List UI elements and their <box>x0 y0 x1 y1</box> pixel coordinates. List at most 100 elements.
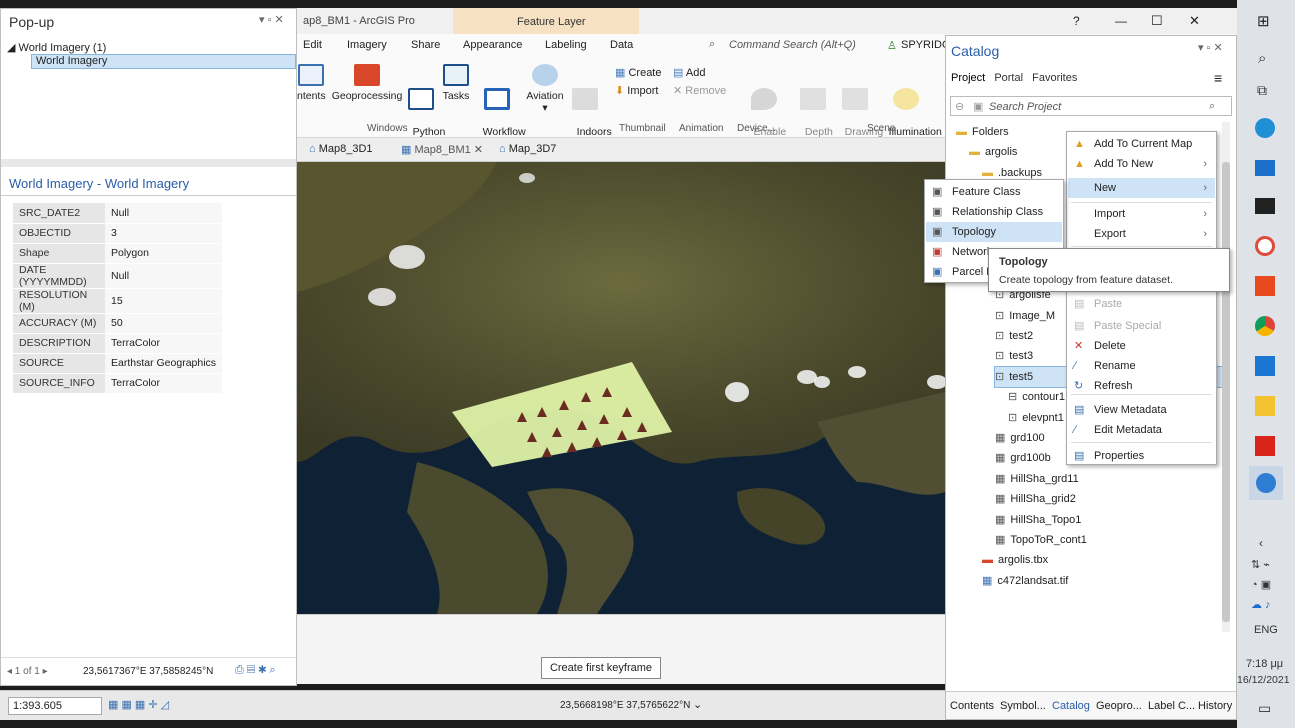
help-button[interactable]: ? <box>1073 14 1080 28</box>
popup-tree-child[interactable]: World Imagery <box>31 54 296 69</box>
tab-map-3d7[interactable]: ⌂ Map_3D7 <box>499 143 556 155</box>
tab-map8-3d1[interactable]: ⌂ Map8_3D1 <box>309 143 373 155</box>
pane-options-icon[interactable]: ▾ ▫ ✕ <box>259 13 284 26</box>
tray-icons[interactable]: ⇅ ⌁ <box>1251 558 1270 571</box>
tree-item[interactable]: ▦ c472landsat.tif <box>982 571 1068 591</box>
wifi-icon[interactable]: ◔ ▣ <box>1251 578 1271 591</box>
tab-labelclass[interactable]: Label C... <box>1148 700 1195 712</box>
command-search[interactable]: ⌕ Command Search (Alt+Q) <box>705 36 873 54</box>
scrollbar-thumb[interactable] <box>1222 162 1230 622</box>
map-view[interactable] <box>297 162 945 614</box>
clock-time[interactable]: 7:18 μμ <box>1246 658 1283 670</box>
tab-catalog[interactable]: Catalog <box>1052 700 1090 712</box>
minimize-button[interactable]: — <box>1115 14 1127 28</box>
menu-item[interactable]: ▲ Add To Current Map <box>1068 134 1215 154</box>
scrollbar[interactable] <box>1222 122 1230 632</box>
aviation-button[interactable]: Aviation ▾ <box>523 64 567 114</box>
task-view-icon[interactable]: ⧉ <box>1257 82 1267 99</box>
edge-icon[interactable] <box>1255 118 1275 138</box>
back-icon[interactable]: ⊖ <box>955 100 964 113</box>
tree-item[interactable]: ▦ grd100 <box>995 428 1045 448</box>
close-button[interactable]: ✕ <box>1189 13 1200 29</box>
tab-imagery[interactable]: Imagery <box>347 39 387 51</box>
menu-item[interactable]: ▤ Paste <box>1068 294 1215 314</box>
search-icon[interactable]: ⌕ <box>1258 50 1266 67</box>
popup-paging[interactable]: ◂ 1 of 1 ▸ <box>7 666 48 677</box>
animation-remove-button[interactable]: ✕ Remove <box>673 84 726 97</box>
tree-item[interactable]: ▬ Folders <box>956 122 1009 142</box>
animation-add-button[interactable]: ▤ Add <box>673 66 705 79</box>
tree-item[interactable]: ⊡ test2 <box>995 326 1033 346</box>
maximize-button[interactable]: ☐ <box>1151 13 1163 29</box>
tab-geoprocessing[interactable]: Geopro... <box>1096 700 1142 712</box>
tree-item[interactable]: ▦ TopoToR_cont1 <box>995 530 1087 550</box>
pdf-icon[interactable] <box>1255 436 1275 456</box>
contents-button[interactable]: ntents <box>297 64 326 102</box>
tree-item[interactable]: ⊟ contour1 <box>1008 387 1065 407</box>
tab-contents[interactable]: Contents <box>950 700 994 712</box>
windows-start-icon[interactable]: ⊞ <box>1257 12 1270 30</box>
tab-data[interactable]: Data <box>610 39 633 51</box>
notification-icon[interactable]: ▭ <box>1258 700 1271 717</box>
tab-symbology[interactable]: Symbol... <box>1000 700 1046 712</box>
scale-selector[interactable]: 1:393.605 <box>8 697 102 715</box>
submenu-item[interactable]: ▣ Feature Class <box>926 182 1062 202</box>
app-icon[interactable] <box>1255 236 1275 256</box>
tab-labeling[interactable]: Labeling <box>545 39 587 51</box>
menu-item[interactable]: ▤ Paste Special <box>1068 316 1215 336</box>
tree-item[interactable]: ▦ HillSha_grid2 <box>995 489 1076 509</box>
print-icon[interactable]: ⎙ ▤ ✱ ⌕ <box>235 664 276 677</box>
tasks-button[interactable]: Tasks <box>441 64 471 102</box>
menu-item[interactable]: ✕ Delete <box>1068 336 1215 356</box>
tree-item[interactable]: ▦ HillSha_grd11 <box>995 469 1079 489</box>
menu-item[interactable]: ∕ Rename <box>1068 356 1215 376</box>
tab-map8-bm1[interactable]: ▦ Map8_BM1 ✕ <box>401 143 483 156</box>
tab-share[interactable]: Share <box>411 39 440 51</box>
tab-edit[interactable]: Edit <box>303 39 322 51</box>
tab-history[interactable]: History <box>1198 700 1232 712</box>
tab-project[interactable]: Project <box>951 72 985 84</box>
tree-item[interactable]: ▬ argolis <box>969 142 1017 162</box>
office-icon[interactable] <box>1255 276 1275 296</box>
create-keyframe-button[interactable]: Create first keyframe <box>541 657 661 679</box>
tree-item[interactable]: ▦ grd100b <box>995 448 1051 468</box>
tree-item[interactable]: ⊡ elevpnt1 <box>1008 408 1064 428</box>
menu-item[interactable]: ▲ Add To New › <box>1068 154 1215 174</box>
clock-date[interactable]: 16/12/2021 <box>1237 674 1290 686</box>
menu-item[interactable]: ▤ View Metadata <box>1068 400 1215 420</box>
menu-icon[interactable]: ≡ <box>1214 70 1222 86</box>
calculator-icon[interactable] <box>1255 356 1275 376</box>
grid-icon[interactable]: ▦ ▦ ▦ ✛ ◿ <box>108 698 169 711</box>
search-icon[interactable]: ⌕ <box>1209 100 1215 113</box>
thumbnail-create-button[interactable]: ▦ Create <box>615 66 662 79</box>
geoprocessing-button[interactable]: Geoprocessing <box>329 64 405 102</box>
thumbnail-import-button[interactable]: ⬇ Import <box>615 84 658 97</box>
menu-item[interactable]: New › <box>1068 178 1215 198</box>
mail-icon[interactable] <box>1255 160 1275 176</box>
close-icon[interactable]: ✕ <box>474 144 483 156</box>
catalog-search[interactable]: ⊖ ▣ Search Project ⌕ <box>950 96 1232 116</box>
file-explorer-icon[interactable] <box>1255 396 1275 416</box>
tree-item[interactable]: ▬ argolis.tbx <box>982 550 1048 570</box>
chevron-down-icon[interactable]: ⌄ <box>693 698 702 711</box>
menu-item[interactable]: ∕ Edit Metadata <box>1068 420 1215 440</box>
terminal-icon[interactable] <box>1255 198 1275 214</box>
tab-favorites[interactable]: Favorites <box>1032 72 1077 84</box>
menu-item[interactable]: ↻ Refresh <box>1068 376 1215 396</box>
popup-tree-parent[interactable]: ◢ World Imagery (1) <box>7 41 106 54</box>
menu-item[interactable]: Import › <box>1068 204 1215 224</box>
language-indicator[interactable]: ENG <box>1254 624 1278 636</box>
splitter[interactable] <box>1 159 296 167</box>
chrome-icon[interactable] <box>1255 316 1275 336</box>
chevron-left-icon[interactable]: ‹ <box>1259 536 1263 550</box>
pane-options-icon[interactable]: ▾ ▫ ✕ <box>1198 41 1223 54</box>
arcgis-pro-taskbar-button[interactable] <box>1249 466 1283 500</box>
cloud-icon[interactable]: ☁ ♪ <box>1251 598 1271 611</box>
tree-item[interactable]: ⊡ test3 <box>995 346 1033 366</box>
tab-appearance[interactable]: Appearance <box>463 39 522 51</box>
tab-portal[interactable]: Portal <box>994 72 1023 84</box>
menu-item[interactable]: Export › <box>1068 224 1215 244</box>
tree-item[interactable]: ▦ HillSha_Topo1 <box>995 510 1081 530</box>
menu-item[interactable]: ▤ Properties <box>1068 446 1215 466</box>
submenu-item[interactable]: ▣ Topology <box>926 222 1062 242</box>
